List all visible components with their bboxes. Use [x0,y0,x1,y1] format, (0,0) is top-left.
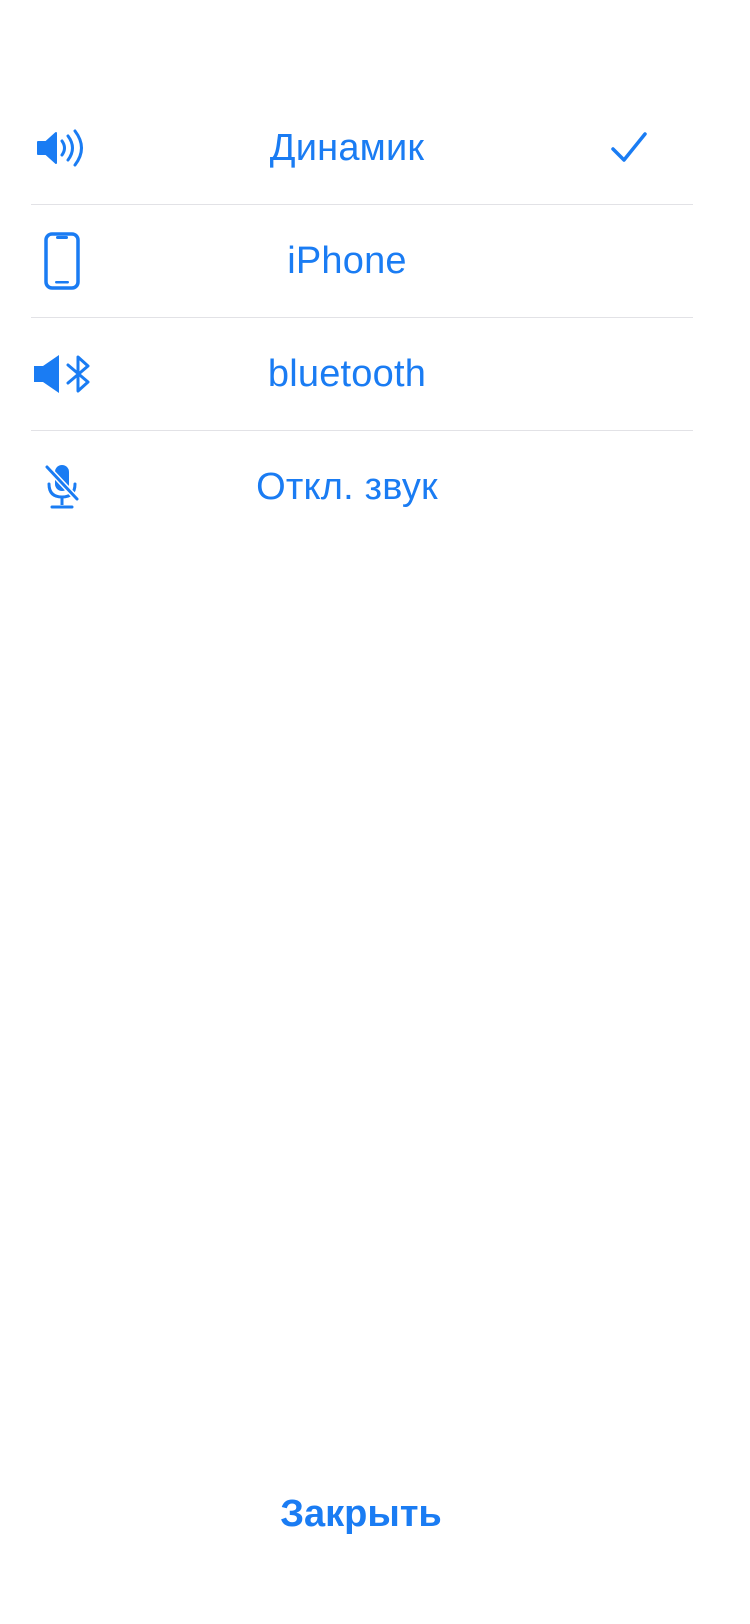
route-label: Откл. звук [256,466,438,508]
route-option-bluetooth[interactable]: bluetooth [31,318,693,431]
checkmark-icon [609,128,649,168]
route-label: iPhone [287,240,407,282]
route-option-speaker[interactable]: Динамик [31,92,693,205]
audio-route-list: Динамик iPhone bluetooth Откл. звук [31,92,693,543]
route-option-mute[interactable]: Откл. звук [31,431,693,543]
route-label: bluetooth [267,353,427,395]
route-option-iphone[interactable]: iPhone [31,205,693,318]
close-button[interactable]: Закрыть [0,1488,750,1540]
route-label: Динамик [269,127,425,169]
